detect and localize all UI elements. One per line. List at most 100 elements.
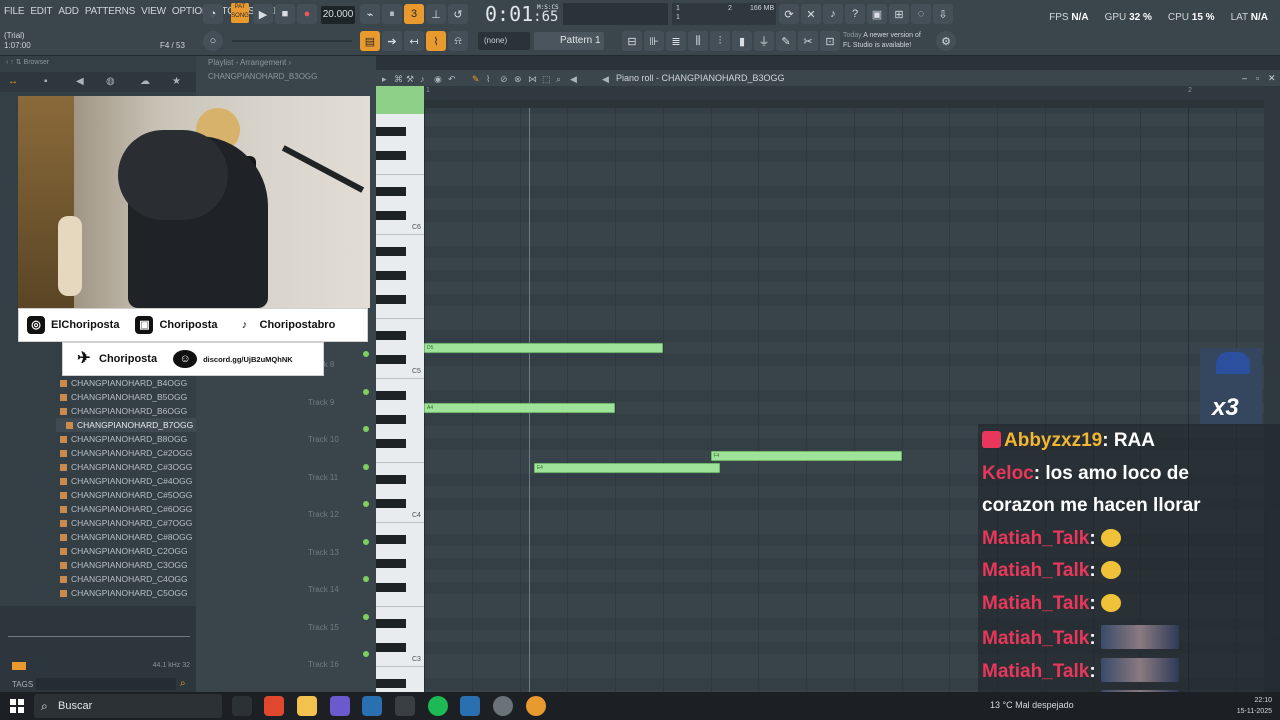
track-label[interactable]: Track 10 [308,435,339,444]
browser-star-icon[interactable]: ★ [172,76,181,87]
mute-icon[interactable]: ⊗ [514,71,522,87]
bell-icon[interactable]: ⍾ [448,31,468,51]
file-row[interactable]: CHANGPIANOHARD_C5OGG [56,586,196,600]
black-key[interactable] [376,583,406,592]
track-enable-led[interactable] [363,651,369,657]
black-key[interactable] [376,679,406,688]
speaker-icon[interactable]: ◀ [570,71,577,87]
snap-select[interactable]: (none) [478,32,530,50]
track-label[interactable]: Track 9 [308,398,334,407]
brave-icon[interactable] [264,696,284,716]
steam-icon[interactable] [362,696,382,716]
browser-folder-icon[interactable]: ▪ [44,76,48,87]
black-key[interactable] [376,439,406,448]
file-row[interactable]: CHANGPIANOHARD_B8OGG [56,432,196,446]
black-key[interactable] [376,619,406,628]
black-key[interactable] [376,271,406,280]
playlist-icon[interactable]: ⊟ [622,31,642,51]
track-enable-led[interactable] [363,501,369,507]
menu-item-view[interactable]: VIEW [141,6,166,17]
track-enable-led[interactable] [363,463,369,470]
taskbar-search[interactable]: ⌕ Buscar [34,694,222,718]
track-enable-led[interactable] [363,426,369,432]
midi-note[interactable]: A4 [424,403,615,413]
black-key[interactable] [376,211,406,220]
pr-magnet-icon[interactable]: ⌘ [394,71,403,87]
track-enable-led[interactable] [363,576,369,582]
file-explorer-icon[interactable] [297,696,317,716]
microphone-icon[interactable]: ♪ [823,4,843,24]
pencil-icon[interactable]: ✎ [472,71,480,87]
note-preview-corner[interactable] [376,86,424,114]
black-key[interactable] [376,643,406,652]
metronome-icon[interactable]: ◔ [203,4,223,24]
browser-cloud-icon[interactable]: ☁ [140,76,150,87]
plugin-icon[interactable]: ⊞ [889,4,909,24]
fl-studio-icon[interactable] [526,696,546,716]
play-icon[interactable]: ▶ [253,4,273,24]
black-key[interactable] [376,415,406,424]
black-key[interactable] [376,247,406,256]
horizontal-scrollbar[interactable] [424,100,1264,108]
browser-arrows-icon[interactable]: ↔ [8,76,18,87]
countdown-icon[interactable]: 3 [404,4,424,24]
black-key[interactable] [376,187,406,196]
channel-rack-icon[interactable]: ≣ [666,31,686,51]
midi-note[interactable]: D5 [424,343,663,353]
tools-icon[interactable]: ✕ [801,4,821,24]
file-row[interactable]: CHANGPIANOHARD_C2OGG [56,544,196,558]
black-key[interactable] [376,127,406,136]
file-row[interactable]: CHANGPIANOHARD_C#5OGG [56,488,196,502]
black-key[interactable] [376,151,406,160]
pr-back-icon[interactable]: ◀ [602,71,609,87]
file-row[interactable]: CHANGPIANOHARD_B4OGG [56,376,196,390]
typing-keyboard-icon[interactable]: ⌁ [360,4,380,24]
black-key[interactable] [376,391,406,400]
track-label[interactable]: Track 12 [308,510,339,519]
piano-keyboard[interactable]: C6 C5 C4 C3 [376,114,424,692]
track-label[interactable]: Track 15 [308,623,339,632]
midi-note[interactable]: E4 [533,463,721,473]
browser-toggle-icon[interactable]: ▮ [732,31,752,51]
menu-item-patterns[interactable]: PATTERNS [85,6,135,17]
record-icon[interactable]: ● [297,4,317,24]
obs-icon[interactable] [395,696,415,716]
track-enable-led[interactable] [363,613,369,620]
file-row[interactable]: CHANGPIANOHARD_C4OGG [56,572,196,586]
zoom-icon[interactable]: ⌕ [556,71,561,87]
mixer-icon[interactable]: ⫼ [688,31,708,51]
track-enable-led[interactable] [363,388,369,395]
track-label[interactable]: Track 11 [308,473,338,482]
paint-brush-icon[interactable]: ⌇ [486,71,490,87]
file-row[interactable]: CHANGPIANOHARD_C#7OGG [56,516,196,530]
browser-back-icon[interactable]: ◀ [76,76,84,87]
black-key[interactable] [376,499,406,508]
maximize-icon[interactable]: ▫ [1256,70,1259,86]
piano-roll-icon[interactable]: ⊪ [644,31,664,51]
update-notice[interactable]: Today A newer version of FL Studio is av… [843,31,921,51]
snap-icon[interactable]: ▤ [360,31,380,51]
tempo-tapper-icon[interactable]: ✎ [776,31,796,51]
browser-tag-icon[interactable]: ◍ [106,76,115,87]
file-row[interactable]: CHANGPIANOHARD_B7OGG [56,418,196,432]
black-key[interactable] [376,475,406,484]
track-label[interactable]: Track 14 [308,585,339,594]
close-icon[interactable]: ✕ [1268,70,1276,86]
channel-icon[interactable]: ⫶ [710,31,730,51]
file-row[interactable]: CHANGPIANOHARD_C#2OGG [56,446,196,460]
master-volume-knob[interactable]: ○ [203,31,223,51]
step-edit-icon[interactable]: ⊥ [426,4,446,24]
pr-undo-icon[interactable]: ↶ [448,71,456,87]
pr-note-icon[interactable]: ♪ [420,71,425,87]
app-icon[interactable] [493,696,513,716]
steam-app-icon[interactable] [460,696,480,716]
weather-widget[interactable]: 13 °C Mal despejado [990,700,1074,710]
pattern-selector[interactable]: Pattern 1 [534,32,604,50]
track-enable-led[interactable] [363,538,369,545]
link-icon[interactable]: ⌇ [426,31,446,51]
pr-arrow-icon[interactable]: ▸ [382,71,387,87]
pr-record-icon[interactable]: ◉ [434,71,442,87]
menu-item-file[interactable]: FILE [4,6,25,17]
timeline-ruler[interactable]: 1 2 [424,86,1264,107]
delete-icon[interactable]: ⊘ [500,71,508,87]
